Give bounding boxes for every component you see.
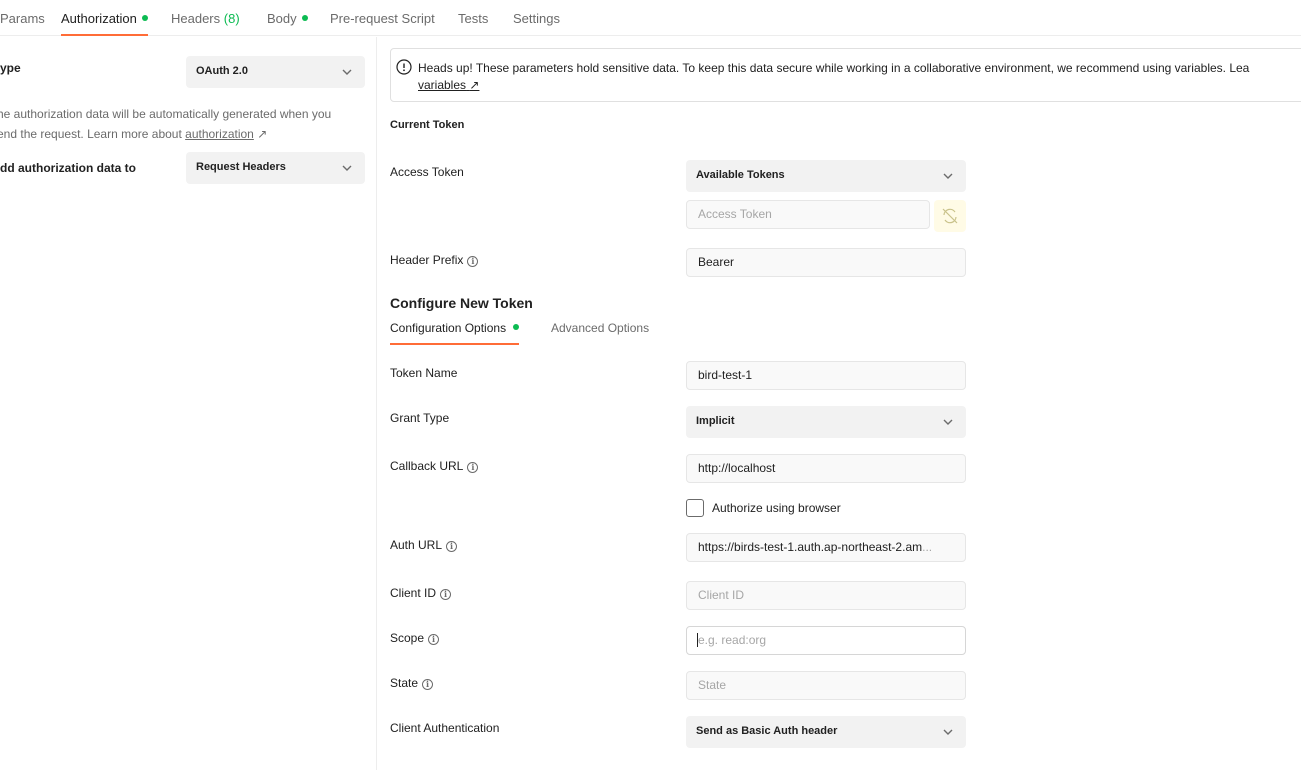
- text-cursor: [697, 633, 698, 647]
- auth-description: he authorization data will be automatica…: [0, 104, 367, 144]
- auth-type-select[interactable]: OAuth 2.0: [186, 56, 365, 88]
- chevron-down-icon: [342, 69, 352, 75]
- current-token-title: Current Token: [390, 119, 465, 131]
- callback-url-input[interactable]: http://localhost: [686, 454, 966, 483]
- request-tabs: Params Authorization Headers (8) Body Pr…: [0, 0, 1301, 36]
- tab-pre-request-script[interactable]: Pre-request Script: [330, 11, 435, 36]
- client-authentication-select[interactable]: Send as Basic Auth header: [686, 716, 966, 748]
- auth-left-panel: ype OAuth 2.0 he authorization data will…: [0, 37, 377, 770]
- sensitive-data-alert: Heads up! These parameters hold sensitiv…: [390, 48, 1301, 102]
- tab-headers-label: Headers: [171, 11, 221, 26]
- alert-text: Heads up! These parameters hold sensitiv…: [418, 61, 1250, 75]
- grant-type-select[interactable]: Implicit: [686, 406, 966, 438]
- status-dot: [301, 15, 308, 21]
- grant-type-value: Implicit: [696, 415, 735, 427]
- state-input[interactable]: State: [686, 671, 966, 700]
- access-token-input[interactable]: Access Token: [686, 200, 930, 229]
- tab-configuration-options[interactable]: Configuration Options: [390, 321, 520, 345]
- tab-body[interactable]: Body: [267, 11, 308, 36]
- tab-authorization-label: Authorization: [61, 11, 137, 26]
- tab-pre-request-label: Pre-request Script: [330, 11, 435, 26]
- add-auth-data-value: Request Headers: [196, 161, 286, 173]
- auth-description-line2: end the request. Learn more about: [0, 127, 186, 141]
- available-tokens-select[interactable]: Available Tokens: [686, 160, 966, 192]
- tab-advanced-options-label: Advanced Options: [551, 321, 650, 335]
- sync-token-button[interactable]: [934, 200, 966, 232]
- client-authentication-label: Client Authentication: [390, 721, 500, 735]
- token-name-label: Token Name: [390, 366, 458, 380]
- authorization-link[interactable]: authorization: [185, 127, 254, 141]
- authorize-browser-label: Authorize using browser: [712, 501, 841, 515]
- access-token-label: Access Token: [390, 165, 464, 179]
- auth-url-input[interactable]: https://birds-test-1.auth.ap-northeast-2…: [686, 533, 966, 562]
- tab-configuration-options-label: Configuration Options: [390, 321, 507, 335]
- auth-type-value: OAuth 2.0: [196, 65, 248, 77]
- tab-headers[interactable]: Headers (8): [171, 11, 240, 36]
- available-tokens-value: Available Tokens: [696, 169, 785, 181]
- headers-count: (8): [223, 11, 240, 26]
- state-text: State: [390, 676, 419, 690]
- configure-new-token-title: Configure New Token: [390, 295, 533, 311]
- variables-link-label: variables: [418, 78, 467, 92]
- info-icon: i: [422, 679, 434, 690]
- tab-settings-label: Settings: [513, 11, 560, 26]
- scope-label: Scope i: [390, 631, 440, 645]
- auth-url-label: Auth URL i: [390, 538, 458, 552]
- info-icon: i: [440, 589, 452, 600]
- status-dot: [141, 15, 148, 21]
- add-auth-data-select[interactable]: Request Headers: [186, 152, 365, 184]
- auth-url-text: Auth URL: [390, 538, 443, 552]
- tab-authorization[interactable]: Authorization: [61, 11, 148, 36]
- header-prefix-label: Header Prefix i: [390, 253, 479, 267]
- client-id-text: Client ID: [390, 586, 437, 600]
- info-icon: i: [428, 634, 440, 645]
- tab-tests-label: Tests: [458, 11, 489, 26]
- client-id-label: Client ID i: [390, 586, 452, 600]
- grant-type-label: Grant Type: [390, 411, 450, 425]
- state-label: State i: [390, 676, 434, 690]
- client-authentication-value: Send as Basic Auth header: [696, 725, 838, 737]
- auth-url-value: https://birds-test-1.auth.ap-northeast-2…: [698, 540, 923, 554]
- chevron-down-icon: [943, 729, 953, 735]
- scope-input[interactable]: e.g. read:org: [686, 626, 966, 655]
- alert-info-icon: [396, 59, 412, 75]
- info-icon: i: [446, 541, 458, 552]
- variables-link[interactable]: variables ↗: [418, 78, 479, 92]
- callback-url-label: Callback URL i: [390, 459, 479, 473]
- scope-text: Scope: [390, 631, 425, 645]
- authorize-browser-checkbox[interactable]: [686, 499, 704, 517]
- status-dot: [513, 324, 520, 330]
- chevron-down-icon: [943, 173, 953, 179]
- chevron-down-icon: [342, 165, 352, 171]
- tab-params[interactable]: Params: [0, 11, 45, 36]
- auth-url-ellipsis: ...: [922, 540, 933, 554]
- add-auth-data-label: dd authorization data to: [0, 161, 136, 175]
- tab-tests[interactable]: Tests: [458, 11, 488, 36]
- external-link-icon: ↗: [469, 78, 480, 92]
- callback-url-text: Callback URL: [390, 459, 464, 473]
- info-icon: i: [467, 256, 479, 267]
- auth-description-line1: he authorization data will be automatica…: [0, 107, 332, 121]
- header-prefix-input[interactable]: Bearer: [686, 248, 966, 277]
- tab-settings[interactable]: Settings: [513, 11, 560, 36]
- tab-body-label: Body: [267, 11, 297, 26]
- info-icon: i: [467, 462, 479, 473]
- tab-advanced-options[interactable]: Advanced Options: [551, 321, 649, 345]
- tab-params-label: Params: [0, 11, 45, 26]
- header-prefix-text: Header Prefix: [390, 253, 464, 267]
- auth-type-label: ype: [0, 61, 21, 75]
- token-name-input[interactable]: bird-test-1: [686, 361, 966, 390]
- chevron-down-icon: [943, 419, 953, 425]
- client-id-input[interactable]: Client ID: [686, 581, 966, 610]
- external-link-icon: ↗: [257, 127, 268, 141]
- sync-disabled-icon: [942, 208, 958, 224]
